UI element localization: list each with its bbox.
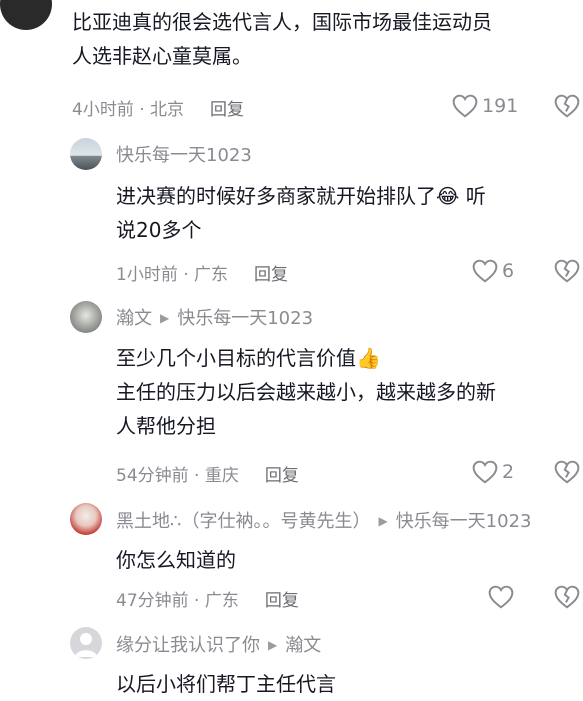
comment-line: 人帮他分担 xyxy=(116,414,216,438)
broken-heart-icon xyxy=(554,94,580,118)
comment-username-text[interactable]: 瀚文 xyxy=(116,308,152,329)
like-button[interactable]: 191 xyxy=(452,94,518,118)
laughing-emoji-icon: 😂 xyxy=(436,184,460,208)
thumbs-up-emoji-icon: 👍 xyxy=(356,346,381,370)
comment-line: 说20多个 xyxy=(116,218,202,242)
comment-content: 进决赛的时候好多商家就开始排队了😂 听 说20多个 xyxy=(116,179,576,247)
comment-line: 主任的压力以后会越来越小，越来越多的新 xyxy=(116,380,496,404)
like-button[interactable]: 6 xyxy=(472,259,514,283)
comment-meta: 1小时前 · 广东 回复 xyxy=(116,265,289,285)
like-count: 6 xyxy=(502,260,515,282)
heart-outline-icon xyxy=(472,259,498,283)
avatar[interactable] xyxy=(70,627,102,659)
comment-username: 瀚文 ▶ 快乐每一天1023 xyxy=(116,304,313,330)
dislike-button[interactable] xyxy=(554,94,580,122)
comment-username: 黑土地∴（字仕衲。。号黄先生） ▶ 快乐每一天1023 xyxy=(116,507,532,533)
broken-heart-icon xyxy=(554,259,580,283)
comment-username-text[interactable]: 黑土地∴（字仕衲。。号黄先生） xyxy=(116,511,370,532)
triangle-right-icon: ▶ xyxy=(268,638,278,652)
comment-line-text: 进决赛的时候好多商家就开始排队了 xyxy=(116,184,436,208)
reply-button[interactable]: 回复 xyxy=(254,265,288,285)
triangle-right-icon: ▶ xyxy=(160,311,170,325)
comment-location: 广东 xyxy=(204,591,239,611)
dislike-button[interactable] xyxy=(554,259,580,287)
reply-button[interactable]: 回复 xyxy=(265,466,299,486)
reply-to-username[interactable]: 快乐每一天1023 xyxy=(177,308,313,329)
like-button[interactable]: 2 xyxy=(472,460,514,484)
reply-button[interactable]: 回复 xyxy=(210,100,244,120)
comment-content: 至少几个小目标的代言价值👍 主任的压力以后会越来越小，越来越多的新 人帮他分担 xyxy=(116,341,576,443)
comment-line: 进决赛的时候好多商家就开始排队了😂 听 xyxy=(116,179,576,213)
comment-line: 人选非赵心童莫属。 xyxy=(72,44,252,68)
reply-to-username[interactable]: 快乐每一天1023 xyxy=(396,511,532,532)
comment-meta: 4小时前 · 北京 回复 xyxy=(72,100,245,120)
avatar[interactable] xyxy=(70,138,102,170)
comment-username[interactable]: 快乐每一天1023 xyxy=(116,141,252,167)
broken-heart-icon xyxy=(554,585,580,609)
heart-outline-icon xyxy=(452,94,478,118)
comment-time: 1小时前 xyxy=(116,265,178,285)
reply-to-username[interactable]: 瀚文 xyxy=(285,635,321,656)
heart-outline-icon xyxy=(472,460,498,484)
comment-content: 以后小将们帮丁主任代言 xyxy=(116,667,576,701)
comment-username: 缘分让我认识了你 ▶ 瀚文 xyxy=(116,631,321,657)
dislike-button[interactable] xyxy=(554,460,580,488)
default-avatar-icon xyxy=(75,633,97,657)
comment-content: 比亚迪真的很会选代言人，国际市场最佳运动员 人选非赵心童莫属。 xyxy=(72,5,582,73)
avatar[interactable] xyxy=(70,503,102,535)
comment-location: 广东 xyxy=(194,265,229,285)
avatar[interactable] xyxy=(70,301,102,333)
comment-meta: 54分钟前 · 重庆 回复 xyxy=(116,466,299,486)
comment-line-text: 至少几个小目标的代言价值 xyxy=(116,346,356,370)
heart-outline-icon xyxy=(488,585,514,609)
triangle-right-icon: ▶ xyxy=(378,514,388,528)
comment-line: 你怎么知道的 xyxy=(116,548,236,572)
comment-content: 你怎么知道的 xyxy=(116,543,576,577)
like-count: 2 xyxy=(502,461,515,483)
dislike-button[interactable] xyxy=(554,585,580,613)
comment-time: 4小时前 xyxy=(72,100,134,120)
comment-username-text[interactable]: 缘分让我认识了你 xyxy=(116,635,260,656)
broken-heart-icon xyxy=(554,460,580,484)
comment-location: 重庆 xyxy=(204,466,239,486)
comment-line-text: 听 xyxy=(459,184,486,208)
comment-time: 54分钟前 xyxy=(116,466,189,486)
comment-location: 北京 xyxy=(150,100,185,120)
avatar[interactable] xyxy=(0,0,52,30)
comment-line: 比亚迪真的很会选代言人，国际市场最佳运动员 xyxy=(72,10,492,34)
reply-button[interactable]: 回复 xyxy=(265,591,299,611)
comment-time: 47分钟前 xyxy=(116,591,189,611)
like-button[interactable] xyxy=(488,585,514,609)
comment-meta: 47分钟前 · 广东 回复 xyxy=(116,591,299,611)
comment-line: 以后小将们帮丁主任代言 xyxy=(116,672,336,696)
comment-line: 至少几个小目标的代言价值👍 xyxy=(116,341,576,375)
like-count: 191 xyxy=(482,95,519,117)
